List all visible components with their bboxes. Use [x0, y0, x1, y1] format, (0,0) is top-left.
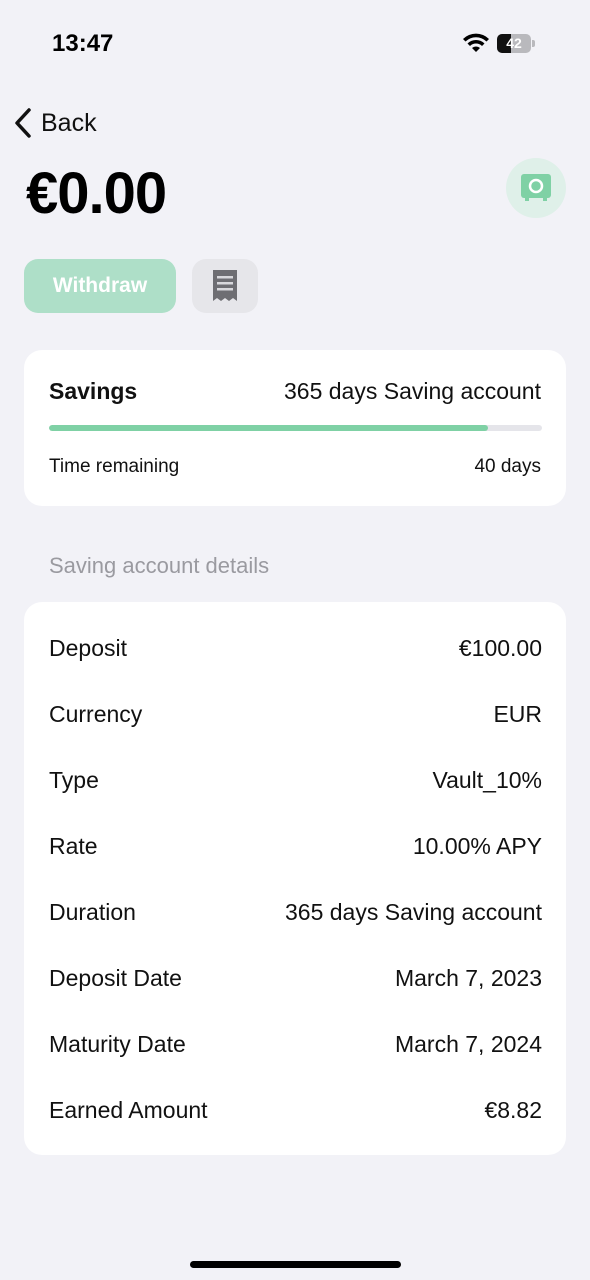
detail-row-currency: Currency EUR: [49, 694, 542, 734]
details-section-title: Saving account details: [49, 553, 270, 578]
detail-value: March 7, 2024: [394, 1030, 542, 1057]
detail-row-duration: Duration 365 days Saving account: [49, 892, 542, 932]
back-button[interactable]: Back: [12, 104, 97, 142]
detail-value: 10.00% APY: [412, 832, 542, 859]
detail-label: Rate: [49, 832, 98, 859]
time-remaining-label: Time remaining: [49, 456, 180, 477]
detail-value: 365 days Saving account: [284, 898, 542, 925]
home-indicator[interactable]: [190, 1261, 401, 1268]
detail-label: Deposit: [49, 634, 127, 661]
savings-title: Savings: [49, 378, 138, 404]
savings-card: Savings 365 days Saving account Time rem…: [24, 350, 566, 506]
statement-button[interactable]: [192, 259, 258, 313]
detail-row-rate: Rate 10.00% APY: [49, 826, 542, 866]
detail-value: €100.00: [458, 634, 542, 661]
detail-row-deposit: Deposit €100.00: [49, 628, 542, 668]
detail-row-maturity-date: Maturity Date March 7, 2024: [49, 1024, 542, 1064]
balance-amount: €0.00: [26, 161, 167, 226]
withdraw-button[interactable]: Withdraw: [24, 259, 176, 313]
receipt-icon: [213, 270, 237, 301]
detail-value: EUR: [493, 700, 542, 727]
savings-account-type: 365 days Saving account: [283, 378, 541, 404]
back-label: Back: [41, 108, 97, 137]
detail-value: March 7, 2023: [394, 964, 542, 991]
detail-row-type: Type Vault_10%: [49, 760, 542, 800]
wifi-icon: [463, 33, 489, 52]
status-time: 13:47: [52, 30, 114, 57]
detail-label: Type: [49, 766, 99, 793]
detail-label: Deposit Date: [49, 964, 182, 991]
details-card: Deposit €100.00 Currency EUR Type Vault_…: [24, 602, 566, 1155]
detail-row-earned-amount: Earned Amount €8.82: [49, 1090, 542, 1130]
detail-value: Vault_10%: [432, 766, 542, 793]
detail-label: Currency: [49, 700, 143, 727]
battery-icon: 42: [497, 34, 535, 53]
safe-icon: [521, 174, 551, 201]
vault-button[interactable]: [506, 158, 566, 218]
detail-label: Maturity Date: [49, 1030, 186, 1057]
savings-progress-fill: [49, 425, 488, 431]
detail-row-deposit-date: Deposit Date March 7, 2023: [49, 958, 542, 998]
detail-value: €8.82: [484, 1096, 542, 1123]
status-bar: 13:47 42: [0, 0, 590, 90]
battery-level: 42: [506, 35, 522, 51]
time-remaining-value: 40 days: [474, 456, 541, 477]
detail-label: Duration: [49, 898, 136, 925]
chevron-left-icon: [15, 108, 31, 138]
detail-label: Earned Amount: [49, 1096, 208, 1123]
savings-progress-bar: [49, 425, 542, 431]
